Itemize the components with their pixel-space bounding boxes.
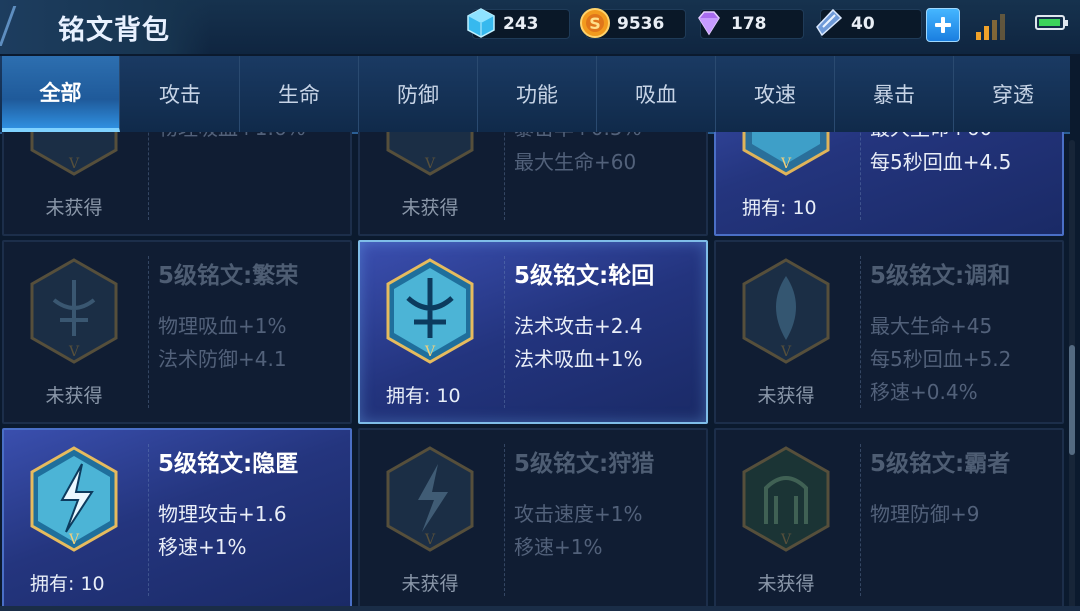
svg-text:V: V [424,532,436,548]
svg-text:V: V [68,532,80,548]
owned-status: 未获得 [401,573,459,595]
shard-resource: 40 [816,8,922,39]
lightning-rune-icon: V [30,446,118,552]
attribute-line: 法术吸血+1% [514,347,643,371]
attribute-line: 移速+0.4% [870,380,978,404]
inscription-name: 5级铭文:轮回 [514,263,655,289]
flame-rune-icon: V [742,258,830,364]
gem-count: 178 [731,14,767,34]
scrollbar[interactable] [1069,140,1075,610]
gate-rune-icon: V [742,446,830,552]
inscription-card[interactable]: V 5级铭文:狩猎 攻击速度+1% 移速+1% 未获得 [358,428,708,611]
page-title: 铭文背包 [58,15,170,46]
attribute-line: 物理吸血+1.6% [158,132,306,141]
attribute-line: 暴击率+0.5% [514,132,642,141]
purple-gem-icon [698,11,720,36]
category-tabs: 全部 攻击 生命 防御 功能 吸血 攻速 暴击 穿透 [0,56,1070,134]
owned-count: 拥有: 10 [30,573,105,595]
add-resource-button[interactable] [926,8,960,42]
tab-health[interactable]: 生命 [240,56,359,132]
owned-count: 拥有: 10 [386,385,461,407]
attribute-line: 攻击速度+1% [514,502,643,526]
scroll-thumb[interactable] [1069,345,1075,455]
svg-text:S: S [589,14,601,33]
tab-all[interactable]: 全部 [2,56,120,132]
inscription-card[interactable]: V 5级铭文:繁荣 物理吸血+1% 法术防御+4.1 未获得 [2,240,352,424]
shard-count: 40 [851,14,875,34]
inscription-card[interactable]: V 5级铭文:调和 最大生命+45 每5秒回血+5.2 移速+0.4% 未获得 [714,240,1064,424]
attribute-line: 最大生命+45 [870,314,993,338]
attribute-line: 移速+1% [158,535,247,559]
owned-count: 拥有: 10 [742,197,817,219]
svg-text:V: V [780,156,792,172]
tab-attack[interactable]: 攻击 [121,56,240,132]
svg-text:V: V [68,156,80,172]
phoenix-rune-icon: V [386,258,474,364]
owned-status: 未获得 [45,385,103,407]
attribute-line: 物理吸血+1% [158,314,287,338]
attribute-line: 移速+1% [514,535,603,559]
svg-text:V: V [780,344,792,360]
bottom-edge [0,606,1080,611]
svg-text:V: V [424,344,436,360]
shield-rune-icon: V [742,132,830,176]
inscription-name: 5级铭文:隐匿 [158,451,299,477]
svg-text:V: V [424,156,436,172]
svg-text:V: V [780,532,792,548]
inscription-card[interactable]: V 5级铭文:隐匿 物理攻击+1.6 移速+1% 拥有: 10 [2,428,352,611]
battery-icon [1035,15,1068,30]
inscription-card[interactable]: V 暴击率+0.5% 最大生命+60 未获得 [358,132,708,236]
attribute-line: 每5秒回血+4.5 [870,150,1012,174]
tab-penetration[interactable]: 穿透 [954,56,1072,132]
inscription-card[interactable]: V 5级铭文:轮回 法术攻击+2.4 法术吸血+1% 拥有: 10 [358,240,708,424]
owned-status: 未获得 [757,385,815,407]
gold-coin-icon: S [580,8,610,38]
attribute-line: 每5秒回血+5.2 [870,347,1012,371]
svg-text:V: V [68,344,80,360]
tab-defense[interactable]: 防御 [359,56,478,132]
attribute-line: 物理攻击+1.6 [158,502,287,526]
inscription-card[interactable]: V 物理吸血+1.6% 未获得 [2,132,352,236]
inscription-name: 5级铭文:调和 [870,263,1011,289]
owned-status: 未获得 [401,197,459,219]
gem-resource: 178 [698,9,804,39]
attribute-line: 法术攻击+2.4 [514,314,643,338]
top-bar: 铭文背包 243 S 9536 178 40 [0,0,1080,54]
attribute-line: 最大生命+60 [870,132,992,141]
diamond-count: 243 [503,14,539,34]
attribute-line: 法术防御+4.1 [158,347,287,371]
inscription-grid: V 物理吸血+1.6% 未获得 V 暴击率+0.5% 最大生命+60 未获得 V… [0,132,1066,611]
gold-count: 9536 [617,14,665,34]
diamond-resource: 243 [467,8,570,39]
flower-rune-icon: V [386,132,474,176]
inscription-card[interactable]: V 5级铭文:霸者 物理防御+9 未获得 [714,428,1064,611]
inscription-name: 5级铭文:狩猎 [514,451,655,477]
attribute-line: 最大生命+60 [514,150,637,174]
tab-lifesteal[interactable]: 吸血 [597,56,716,132]
inscription-card[interactable]: V 最大生命+60 每5秒回血+4.5 拥有: 10 [714,132,1064,236]
owned-status: 未获得 [757,573,815,595]
inscription-name: 5级铭文:繁荣 [158,263,299,289]
attribute-line: 物理防御+9 [870,502,980,526]
bolt-rune-icon: V [386,446,474,552]
inscription-name: 5级铭文:霸者 [870,451,1011,477]
crystal-shard-icon [816,8,843,37]
gold-resource: S 9536 [580,8,686,39]
diamond-cube-icon [467,8,495,38]
tab-utility[interactable]: 功能 [478,56,597,132]
tab-attack-speed[interactable]: 攻速 [716,56,835,132]
signal-icon [976,12,1008,40]
sun-rune-icon: V [30,132,118,176]
owned-status: 未获得 [45,197,103,219]
tab-critical[interactable]: 暴击 [835,56,954,132]
bird-rune-icon: V [30,258,118,364]
